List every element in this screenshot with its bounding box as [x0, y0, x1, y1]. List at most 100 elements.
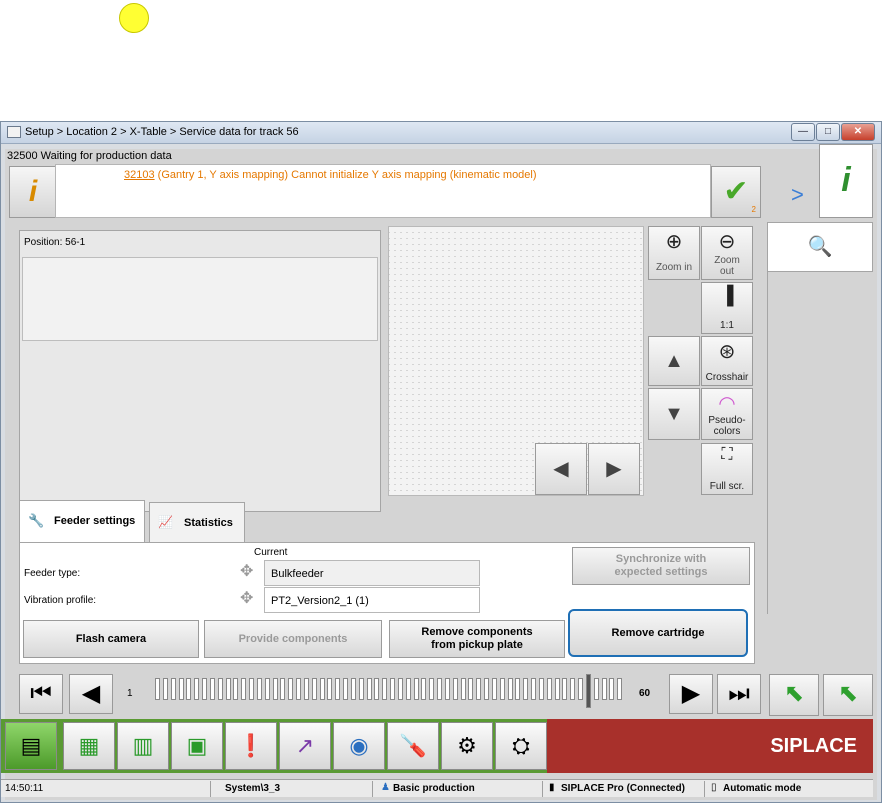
tab-statistics[interactable]: 📈 Statistics — [149, 502, 245, 542]
previous-track-button[interactable]: ◀ — [69, 674, 113, 714]
track-slot[interactable] — [264, 678, 270, 700]
track-slot[interactable] — [170, 678, 176, 700]
track-slot[interactable] — [593, 678, 599, 700]
track-slot[interactable] — [413, 678, 419, 700]
track-slot[interactable] — [601, 678, 607, 700]
track-slot[interactable] — [296, 678, 301, 700]
track-slot[interactable] — [241, 678, 247, 700]
track-slot[interactable] — [217, 678, 223, 700]
track-slot[interactable] — [178, 678, 184, 700]
settings-button[interactable]: ⚙ — [441, 722, 493, 770]
track-slot[interactable] — [366, 678, 372, 700]
track-slot[interactable] — [570, 678, 576, 700]
alarm-list-button[interactable]: ❗ — [225, 722, 277, 770]
track-slot[interactable] — [554, 678, 560, 700]
tab-feeder-settings[interactable]: 🔧 Feeder settings — [19, 500, 145, 542]
next-track-button[interactable]: ▶ — [669, 674, 713, 714]
track-slot[interactable] — [162, 678, 168, 700]
track-slot[interactable] — [437, 678, 442, 700]
close-button[interactable]: ✕ — [841, 123, 875, 141]
track-slot[interactable] — [327, 678, 333, 700]
grid-view-button[interactable]: ▦ — [63, 722, 115, 770]
track-slot[interactable] — [288, 678, 294, 700]
track-slot[interactable] — [421, 678, 427, 700]
layout-button[interactable]: ▣ — [171, 722, 223, 770]
bar-chart-button[interactable]: ▥ — [117, 722, 169, 770]
track-strip[interactable] — [155, 670, 625, 718]
track-slot[interactable] — [484, 678, 489, 700]
pseudo-colors-button[interactable]: ◠ Pseudo- colors — [701, 388, 753, 440]
track-slot[interactable] — [476, 678, 482, 700]
remove-components-button[interactable]: Remove components from pickup plate — [389, 620, 565, 658]
track-slot[interactable] — [319, 678, 325, 700]
synchronize-button[interactable]: Synchronize with expected settings — [572, 547, 750, 585]
track-slot[interactable] — [390, 678, 395, 700]
error-message[interactable]: 32103 (Gantry 1, Y axis mapping) Cannot … — [124, 169, 537, 181]
track-slot[interactable] — [609, 678, 615, 700]
track-slot[interactable] — [350, 678, 356, 700]
vibration-profile-field[interactable]: PT2_Version2_1 (1) — [264, 587, 480, 613]
track-slot[interactable] — [233, 678, 239, 700]
machine-service-button[interactable]: ⛭ — [495, 722, 547, 770]
track-slot[interactable] — [617, 678, 623, 700]
track-slot[interactable] — [155, 678, 160, 700]
track-slot[interactable] — [343, 678, 348, 700]
tools-button[interactable]: 🪛 — [387, 722, 439, 770]
track-slot[interactable] — [578, 678, 583, 700]
zoom-out-button[interactable]: ⊖ Zoom out — [701, 226, 753, 280]
confirm-button[interactable]: ✔ 2 — [711, 166, 761, 218]
trend-chart-button[interactable]: ↗ — [279, 722, 331, 770]
track-slot[interactable] — [225, 678, 231, 700]
track-slot[interactable] — [538, 678, 544, 700]
maximize-button[interactable]: □ — [816, 123, 840, 141]
track-slot[interactable] — [452, 678, 458, 700]
track-slot[interactable] — [358, 678, 364, 700]
first-track-button[interactable]: ⏮ — [19, 674, 63, 714]
track-slot[interactable] — [460, 678, 466, 700]
production-button[interactable]: ▤ — [5, 722, 57, 770]
track-slot[interactable] — [507, 678, 513, 700]
green-arrow-button-2[interactable]: ⬉ — [823, 674, 873, 716]
track-slot[interactable] — [397, 678, 403, 700]
track-slot[interactable] — [382, 678, 388, 700]
track-slot[interactable] — [280, 678, 286, 700]
track-slot[interactable] — [311, 678, 317, 700]
remove-cartridge-button[interactable]: Remove cartridge — [568, 609, 748, 657]
track-slot[interactable] — [499, 678, 505, 700]
info-button[interactable]: i — [9, 166, 57, 218]
provide-components-button[interactable]: Provide components — [204, 620, 382, 658]
track-slot[interactable] — [249, 678, 254, 700]
track-slot[interactable] — [429, 678, 435, 700]
track-slot[interactable] — [272, 678, 278, 700]
scroll-left-button[interactable]: ◀ — [535, 443, 587, 495]
track-slot[interactable] — [256, 678, 262, 700]
track-slot[interactable] — [405, 678, 411, 700]
track-slot[interactable] — [303, 678, 309, 700]
track-slot[interactable] — [468, 678, 474, 700]
full-screen-button[interactable]: ⛶ Full scr. — [701, 443, 753, 495]
flash-camera-button[interactable]: Flash camera — [23, 620, 199, 658]
scroll-right-button[interactable]: ▶ — [588, 443, 640, 495]
info-side-button[interactable]: i — [819, 144, 873, 218]
scroll-up-button[interactable]: ▲ — [648, 336, 700, 386]
track-slot[interactable] — [194, 678, 200, 700]
track-slot[interactable] — [562, 678, 568, 700]
track-slot[interactable] — [546, 678, 552, 700]
track-slot[interactable] — [515, 678, 521, 700]
track-slot[interactable] — [209, 678, 215, 700]
track-slot[interactable] — [202, 678, 207, 700]
track-slot[interactable] — [523, 678, 529, 700]
zoom-in-button[interactable]: ⊕ Zoom in — [648, 226, 700, 280]
scroll-down-button[interactable]: ▼ — [648, 388, 700, 440]
minimize-button[interactable]: — — [791, 123, 815, 141]
track-slot[interactable] — [531, 678, 536, 700]
camera-button[interactable]: ◉ — [333, 722, 385, 770]
track-slot[interactable] — [186, 678, 192, 700]
track-slot[interactable] — [374, 678, 380, 700]
last-track-button[interactable]: ⏭ — [717, 674, 761, 714]
image-view-tab[interactable]: 🔍 — [767, 222, 873, 272]
green-arrow-button-1[interactable]: ⬉ — [769, 674, 819, 716]
track-slot[interactable] — [491, 678, 497, 700]
crosshair-button[interactable]: ⊛ Crosshair — [701, 336, 753, 386]
error-code-link[interactable]: 32103 — [124, 169, 155, 181]
